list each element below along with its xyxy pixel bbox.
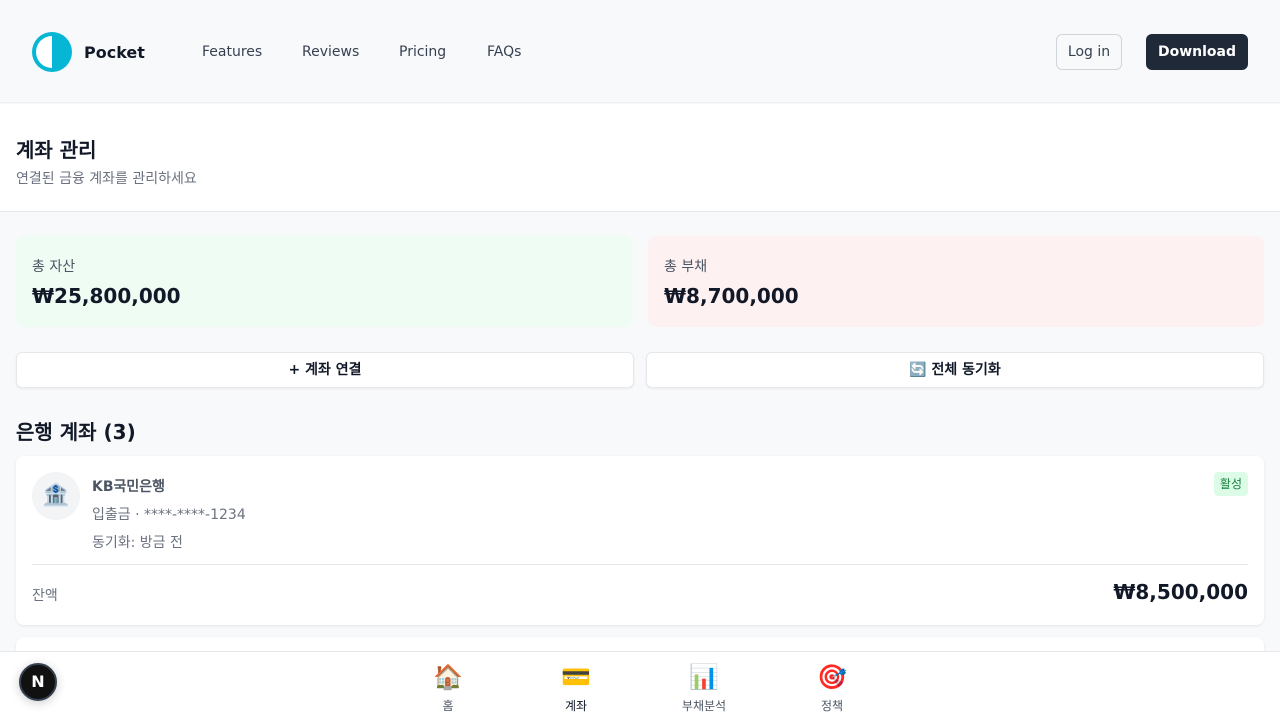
balance-value: ₩8,500,000: [1113, 580, 1248, 604]
bottom-nav-home-label: 홈: [442, 699, 454, 713]
login-button[interactable]: Log in: [1056, 34, 1122, 70]
page-title: 계좌 관리: [16, 138, 97, 162]
bottom-nav-accounts[interactable]: 💳 계좌: [536, 652, 616, 720]
credit-card-icon: 💳: [561, 663, 591, 691]
bank-accounts-heading: 은행 계좌 (3): [16, 420, 136, 444]
bottom-navigation: 🏠 홈 💳 계좌 📊 부채분석 🎯 정책: [0, 651, 1280, 720]
total-assets-value: ₩25,800,000: [32, 284, 181, 308]
account-sync-status: 동기화: 방금 전: [92, 535, 183, 551]
bottom-nav-debt-analysis[interactable]: 📊 부채분석: [664, 652, 744, 720]
bar-chart-icon: 📊: [689, 663, 719, 691]
bottom-nav-accounts-label: 계좌: [564, 699, 588, 713]
nav-link-pricing[interactable]: Pricing: [399, 44, 446, 60]
connect-account-button[interactable]: + 계좌 연결: [16, 352, 634, 388]
bank-icon: 🏦: [32, 472, 80, 520]
page-header: 계좌 관리 연결된 금융 계좌를 관리하세요: [0, 104, 1280, 212]
status-badge: 활성: [1213, 472, 1248, 496]
pocket-logo-icon[interactable]: [32, 32, 72, 72]
target-icon: 🎯: [817, 663, 847, 691]
download-button[interactable]: Download: [1146, 34, 1248, 70]
bottom-nav-policy[interactable]: 🎯 정책: [792, 652, 872, 720]
total-liabilities-value: ₩8,700,000: [664, 284, 799, 308]
nav-link-reviews[interactable]: Reviews: [302, 44, 359, 60]
bottom-nav-debt-analysis-label: 부채분석: [681, 699, 727, 713]
total-assets-card: 총 자산 ₩25,800,000: [16, 236, 632, 327]
home-icon: 🏠: [433, 663, 463, 691]
total-liabilities-label: 총 부채: [664, 259, 708, 275]
sync-all-button[interactable]: 🔄 전체 동기화: [646, 352, 1264, 388]
page-subtitle: 연결된 금융 계좌를 관리하세요: [16, 171, 197, 187]
total-assets-label: 총 자산: [32, 259, 76, 275]
top-navbar: Pocket Features Reviews Pricing FAQs Log…: [0, 0, 1280, 103]
account-card[interactable]: 🏦 KB국민은행 입출금 · ****-****-1234 동기화: 방금 전 …: [16, 456, 1264, 625]
card-divider: [32, 564, 1248, 565]
bottom-nav-home[interactable]: 🏠 홈: [408, 652, 488, 720]
nav-link-features[interactable]: Features: [202, 44, 262, 60]
nav-link-faqs[interactable]: FAQs: [487, 44, 521, 60]
balance-label: 잔액: [32, 588, 58, 604]
bottom-nav-policy-label: 정책: [820, 699, 844, 713]
total-liabilities-card: 총 부채 ₩8,700,000: [648, 236, 1264, 327]
brand-name[interactable]: Pocket: [84, 43, 145, 62]
bank-name: KB국민은행: [92, 479, 166, 495]
account-type-number: 입출금 · ****-****-1234: [92, 507, 246, 523]
dev-tools-badge-icon[interactable]: N: [19, 663, 57, 701]
